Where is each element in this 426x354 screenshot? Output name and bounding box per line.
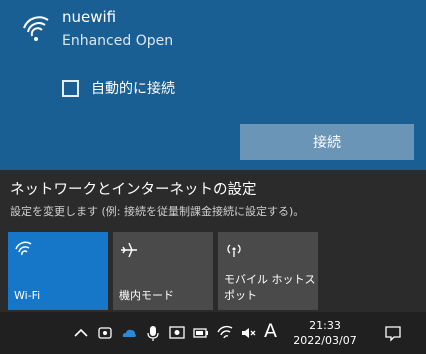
taskbar: A 21:33 2022/03/07 [0, 312, 426, 354]
wifi-secure-icon [23, 16, 49, 41]
network-settings-link[interactable]: ネットワークとインターネットの設定 設定を変更します (例: 接続を従量制課金接… [0, 170, 426, 228]
quick-action-label: モバイル ホットス ポット [224, 272, 316, 304]
auto-connect-label: 自動的に接続 [91, 81, 175, 97]
connect-button[interactable]: 接続 [240, 124, 414, 160]
network-ssid: nuewifi [62, 8, 117, 26]
hotspot-icon [227, 244, 241, 257]
clock-time: 21:33 [309, 319, 341, 332]
quick-action-label-line2: ポット [224, 289, 257, 302]
notification-center-icon[interactable] [384, 324, 402, 342]
quick-actions: Wi-Fi 機内モード モバイル ホットス ポット [0, 232, 426, 312]
volume-muted-icon[interactable] [240, 324, 258, 342]
meet-now-icon[interactable] [96, 324, 114, 342]
auto-connect-checkbox[interactable] [62, 79, 79, 97]
screen-capture-icon[interactable] [168, 324, 186, 342]
quick-action-wifi[interactable]: Wi-Fi [8, 232, 108, 310]
quick-action-airplane-mode[interactable]: 機内モード [113, 232, 213, 310]
network-flyout: nuewifi Enhanced Open 自動的に接続 接続 ネットワークとイ… [0, 0, 426, 354]
ime-indicator[interactable]: A [264, 320, 277, 342]
wifi-tray-icon[interactable] [216, 324, 234, 342]
quick-action-label: 機内モード [119, 289, 174, 302]
clock-date: 2022/03/07 [293, 334, 357, 347]
quick-action-mobile-hotspot[interactable]: モバイル ホットス ポット [218, 232, 318, 310]
clock[interactable]: 21:33 2022/03/07 [290, 319, 360, 347]
network-settings-description: 設定を変更します (例: 接続を従量制課金接続に設定する)。 [10, 205, 305, 218]
quick-action-label-line1: モバイル ホットス [224, 273, 316, 286]
battery-icon[interactable] [192, 324, 210, 342]
network-security-type: Enhanced Open [62, 33, 174, 49]
show-hidden-icons-icon[interactable] [72, 324, 90, 342]
auto-connect-row[interactable]: 自動的に接続 [62, 78, 175, 98]
wifi-icon [15, 241, 32, 256]
quick-action-label: Wi-Fi [14, 289, 41, 302]
onedrive-icon[interactable] [120, 324, 138, 342]
network-settings-title[interactable]: ネットワークとインターネットの設定 [10, 178, 257, 199]
network-item-nuewifi[interactable]: nuewifi Enhanced Open 自動的に接続 接続 [0, 0, 426, 170]
microphone-icon[interactable] [144, 324, 162, 342]
airplane-icon [121, 242, 137, 258]
